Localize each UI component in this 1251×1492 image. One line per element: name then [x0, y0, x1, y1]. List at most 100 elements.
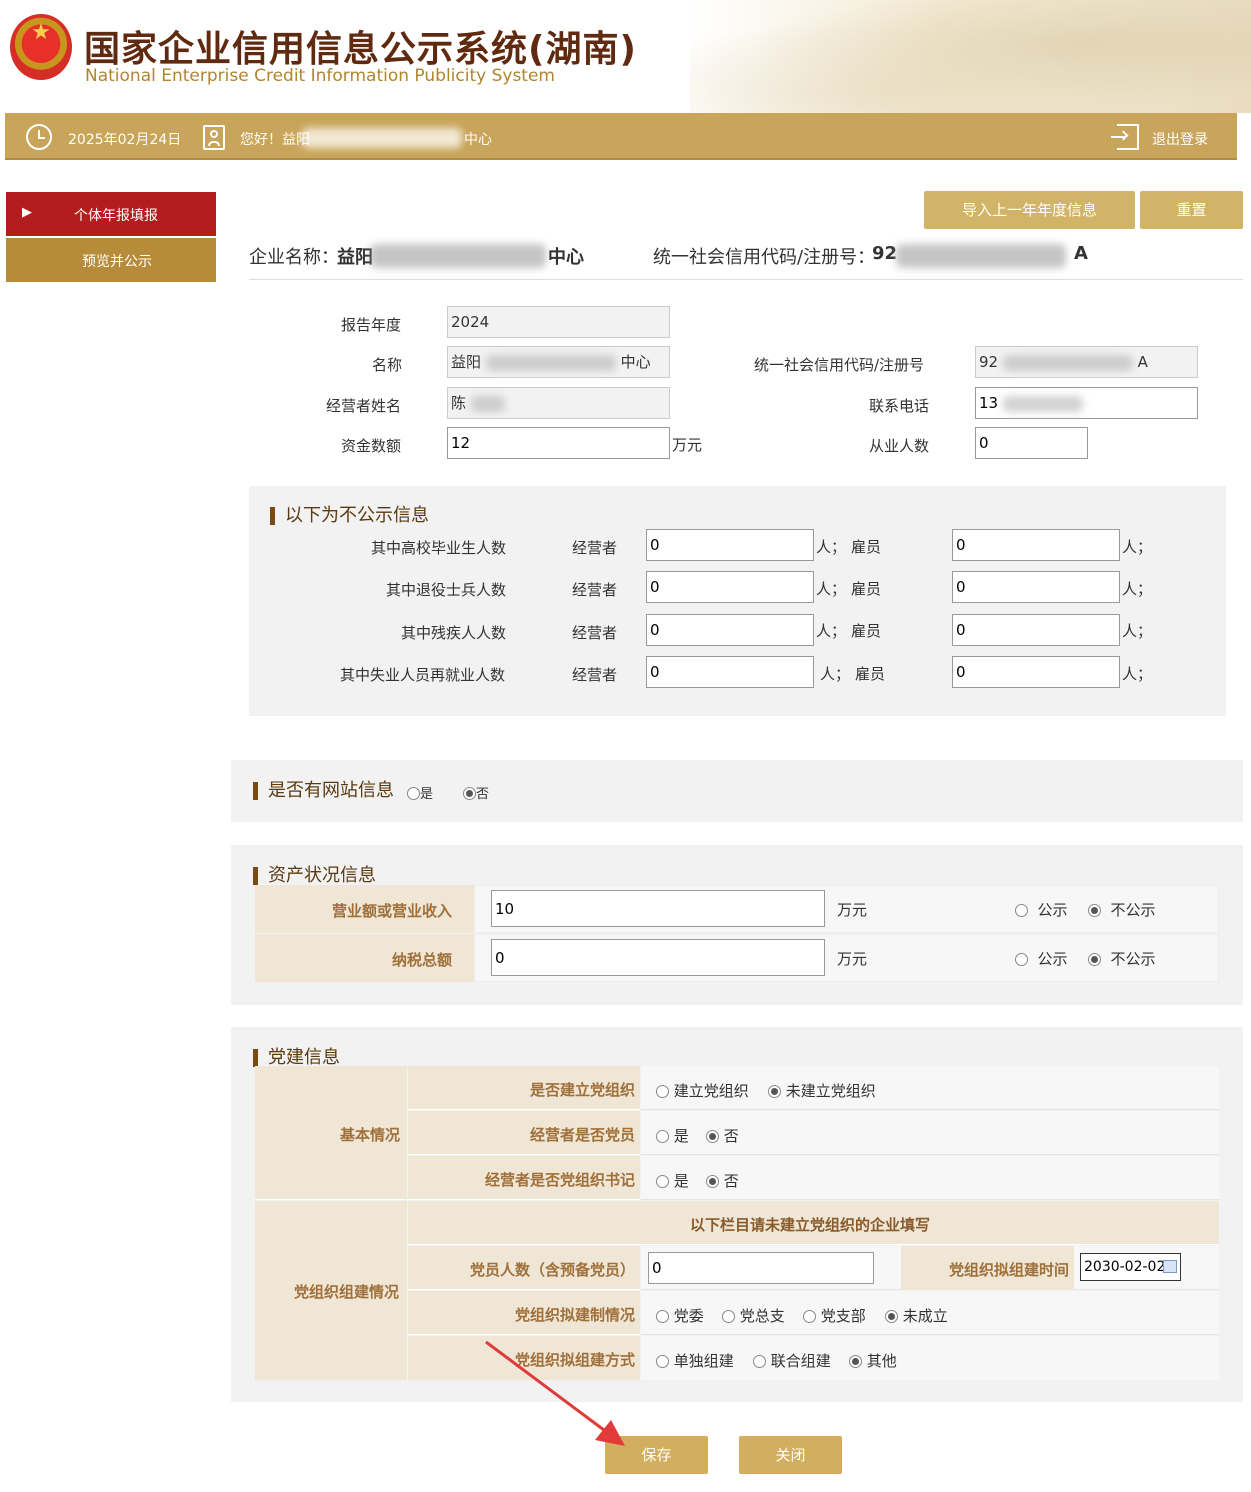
- radio-icon: [753, 1355, 766, 1368]
- revenue-label: 营业额或营业收入: [331, 902, 452, 920]
- option-label: 否: [723, 1127, 739, 1145]
- radio-checked-icon: [706, 1175, 719, 1188]
- name-label: 名称: [372, 356, 403, 374]
- veterans-operator-input[interactable]: 0: [646, 571, 814, 603]
- radio-icon: [803, 1310, 816, 1323]
- unit-end: 人；: [1122, 538, 1153, 556]
- entity-name-suffix: 中心: [548, 247, 584, 268]
- plan-type-option-3[interactable]: 党支部: [803, 1305, 866, 1326]
- redacted-username: [302, 128, 462, 148]
- employee-label: 雇员: [851, 538, 882, 556]
- operator-label: 经营者: [572, 666, 618, 684]
- graduates-label: 其中高校毕业生人数: [371, 539, 507, 557]
- import-prev-year-button[interactable]: 导入上一年年度信息: [924, 191, 1135, 229]
- radio-icon: [722, 1310, 735, 1323]
- plan-method-option-3[interactable]: 其他: [849, 1350, 897, 1371]
- members-label: 党员人数（含预备党员）: [469, 1261, 635, 1279]
- employees-input[interactable]: 0: [975, 427, 1088, 459]
- is-secretary-no-option[interactable]: 否: [706, 1170, 739, 1191]
- is-secretary-yes-option[interactable]: 是: [656, 1170, 689, 1191]
- reemployed-employee-input[interactable]: 0: [952, 656, 1120, 688]
- option-label: 是: [420, 787, 434, 802]
- veterans-employee-input[interactable]: 0: [952, 571, 1120, 603]
- radio-checked-icon: [885, 1310, 898, 1323]
- reemployed-label: 其中失业人员再就业人数: [340, 666, 506, 684]
- graduates-employee-input[interactable]: 0: [952, 529, 1120, 561]
- name-suffix: 中心: [620, 353, 651, 371]
- site-title-en: National Enterprise Credit Information P…: [85, 66, 555, 86]
- sidebar-item-preview-publish[interactable]: 预览并公示: [6, 238, 216, 282]
- party-title: 党建信息: [253, 1049, 340, 1067]
- unit-sep: 人；: [820, 665, 851, 683]
- is-member-no-option[interactable]: 否: [706, 1125, 739, 1146]
- name-field: 益阳 中心: [447, 346, 670, 378]
- option-label: 是: [673, 1127, 689, 1145]
- close-button[interactable]: 关闭: [739, 1436, 842, 1474]
- established-no-option[interactable]: 未建立党组织: [768, 1080, 876, 1101]
- entity-name-prefix: 益阳: [337, 247, 373, 268]
- unit-sep: 人；: [816, 580, 847, 598]
- graduates-operator-input[interactable]: 0: [646, 529, 814, 561]
- tax-not-public-option[interactable]: 不公示: [1088, 948, 1156, 969]
- logout-icon[interactable]: [1111, 124, 1139, 150]
- capital-input[interactable]: 12: [447, 427, 670, 459]
- radio-checked-icon: [463, 787, 476, 800]
- clock-icon: [26, 124, 52, 150]
- plan-time-input[interactable]: 2030-02-02: [1080, 1253, 1181, 1281]
- option-label: 未成立: [902, 1307, 948, 1325]
- code-field: 92 A: [975, 346, 1198, 378]
- revenue-public-option[interactable]: 公示: [1015, 899, 1068, 920]
- emblem-star-icon: ★: [31, 20, 51, 45]
- revenue-input[interactable]: 10: [491, 890, 825, 927]
- plan-time-label: 党组织拟组建时间: [948, 1261, 1069, 1279]
- is-secretary-label: 经营者是否党组织书记: [484, 1171, 635, 1189]
- tax-input[interactable]: 0: [491, 939, 825, 976]
- calendar-icon[interactable]: [1163, 1260, 1177, 1273]
- employees-label: 从业人数: [869, 437, 930, 455]
- radio-checked-icon: [706, 1130, 719, 1143]
- operator-label: 经营者: [572, 581, 618, 599]
- website-title: 是否有网站信息: [253, 782, 394, 800]
- disabled-operator-input[interactable]: 0: [646, 614, 814, 646]
- radio-icon: [656, 1175, 669, 1188]
- redacted-operator: [470, 395, 505, 412]
- capital-unit: 万元: [672, 436, 703, 454]
- redacted-code: [1002, 354, 1133, 371]
- radio-checked-icon: [768, 1085, 781, 1098]
- tax-label-cell: 纳税总额: [255, 934, 474, 982]
- plan-method-option-2[interactable]: 联合组建: [753, 1350, 831, 1371]
- tax-public-option[interactable]: 公示: [1015, 948, 1068, 969]
- option-label: 不公示: [1110, 901, 1156, 919]
- revenue-not-public-option[interactable]: 不公示: [1088, 899, 1156, 920]
- phone-input[interactable]: 13: [975, 387, 1198, 419]
- plan-time-label-cell: 党组织拟组建时间: [901, 1246, 1074, 1290]
- header-mountain-decoration: [690, 0, 1251, 113]
- disabled-employee-input[interactable]: 0: [952, 614, 1120, 646]
- code-prefix: 92: [979, 353, 999, 371]
- established-label: 是否建立党组织: [529, 1081, 635, 1099]
- reset-button[interactable]: 重置: [1140, 191, 1243, 229]
- is-member-label: 经营者是否党员: [529, 1126, 635, 1144]
- capital-label: 资金数额: [341, 437, 402, 455]
- logout-link[interactable]: 退出登录: [1152, 129, 1208, 149]
- plan-time-value: 2030-02-02: [1084, 1259, 1166, 1275]
- is-member-yes-option[interactable]: 是: [656, 1125, 689, 1146]
- plan-type-option-1[interactable]: 党委: [656, 1305, 704, 1326]
- website-no-option[interactable]: 否: [463, 783, 489, 802]
- user-bar: [5, 113, 1237, 160]
- annotation-arrow-icon: [485, 1340, 625, 1446]
- unit-sep: 人；: [816, 622, 847, 640]
- plan-type-option-2[interactable]: 党总支: [722, 1305, 785, 1326]
- members-input[interactable]: 0: [648, 1252, 874, 1284]
- established-yes-option[interactable]: 建立党组织: [656, 1080, 749, 1101]
- option-label: 是: [673, 1172, 689, 1190]
- operator-name-label: 经营者姓名: [326, 397, 402, 415]
- site-title-cn: 国家企业信用信息公示系统(湖南): [84, 29, 637, 70]
- reemployed-operator-input[interactable]: 0: [646, 656, 814, 688]
- plan-type-option-4[interactable]: 未成立: [885, 1305, 948, 1326]
- entity-name-label: 企业名称：: [249, 247, 339, 268]
- plan-method-option-1[interactable]: 单独组建: [656, 1350, 734, 1371]
- website-yes-option[interactable]: 是: [407, 783, 433, 802]
- sidebar-item-annual-report[interactable]: ▶ 个体年报填报: [6, 192, 216, 236]
- name-prefix: 益阳: [451, 353, 482, 371]
